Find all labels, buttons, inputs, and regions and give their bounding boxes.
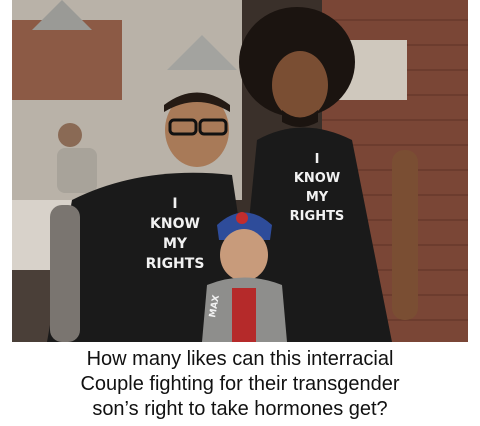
photo-illustration: I KNOW MY RIGHTS I KNOW MY RIGHTS MAX bbox=[12, 0, 468, 342]
left-brick-wall bbox=[12, 20, 122, 100]
meme-caption: How many likes can this interracial Coup… bbox=[0, 342, 480, 426]
meme-frame: I KNOW MY RIGHTS I KNOW MY RIGHTS MAX Ho… bbox=[0, 0, 480, 426]
left-shirt-line-4: RIGHTS bbox=[146, 256, 205, 272]
caption-line-2: Couple fighting for their transgender bbox=[80, 372, 400, 395]
left-shirt-line-3: MY bbox=[163, 236, 188, 252]
left-shirt-line-2: KNOW bbox=[150, 216, 200, 232]
left-shirt-line-1: I bbox=[172, 196, 177, 212]
group-photo: I KNOW MY RIGHTS I KNOW MY RIGHTS MAX bbox=[12, 0, 468, 342]
right-shirt-line-4: RIGHTS bbox=[290, 209, 345, 224]
right-man-face bbox=[272, 51, 328, 119]
cap-logo bbox=[236, 212, 248, 224]
right-shirt-line-1: I bbox=[315, 152, 320, 167]
child-shirt bbox=[232, 288, 256, 342]
caption-line-3: son’s right to take hormones get? bbox=[92, 397, 388, 420]
left-man-arm bbox=[50, 205, 80, 342]
child-face bbox=[220, 229, 268, 281]
background-person-body bbox=[57, 148, 97, 193]
right-shirt-line-2: KNOW bbox=[294, 171, 340, 186]
background-person-head bbox=[58, 123, 82, 147]
right-shirt-line-3: MY bbox=[306, 190, 329, 205]
caption-line-1: How many likes can this interracial bbox=[86, 347, 394, 370]
right-man-arm bbox=[392, 150, 418, 320]
